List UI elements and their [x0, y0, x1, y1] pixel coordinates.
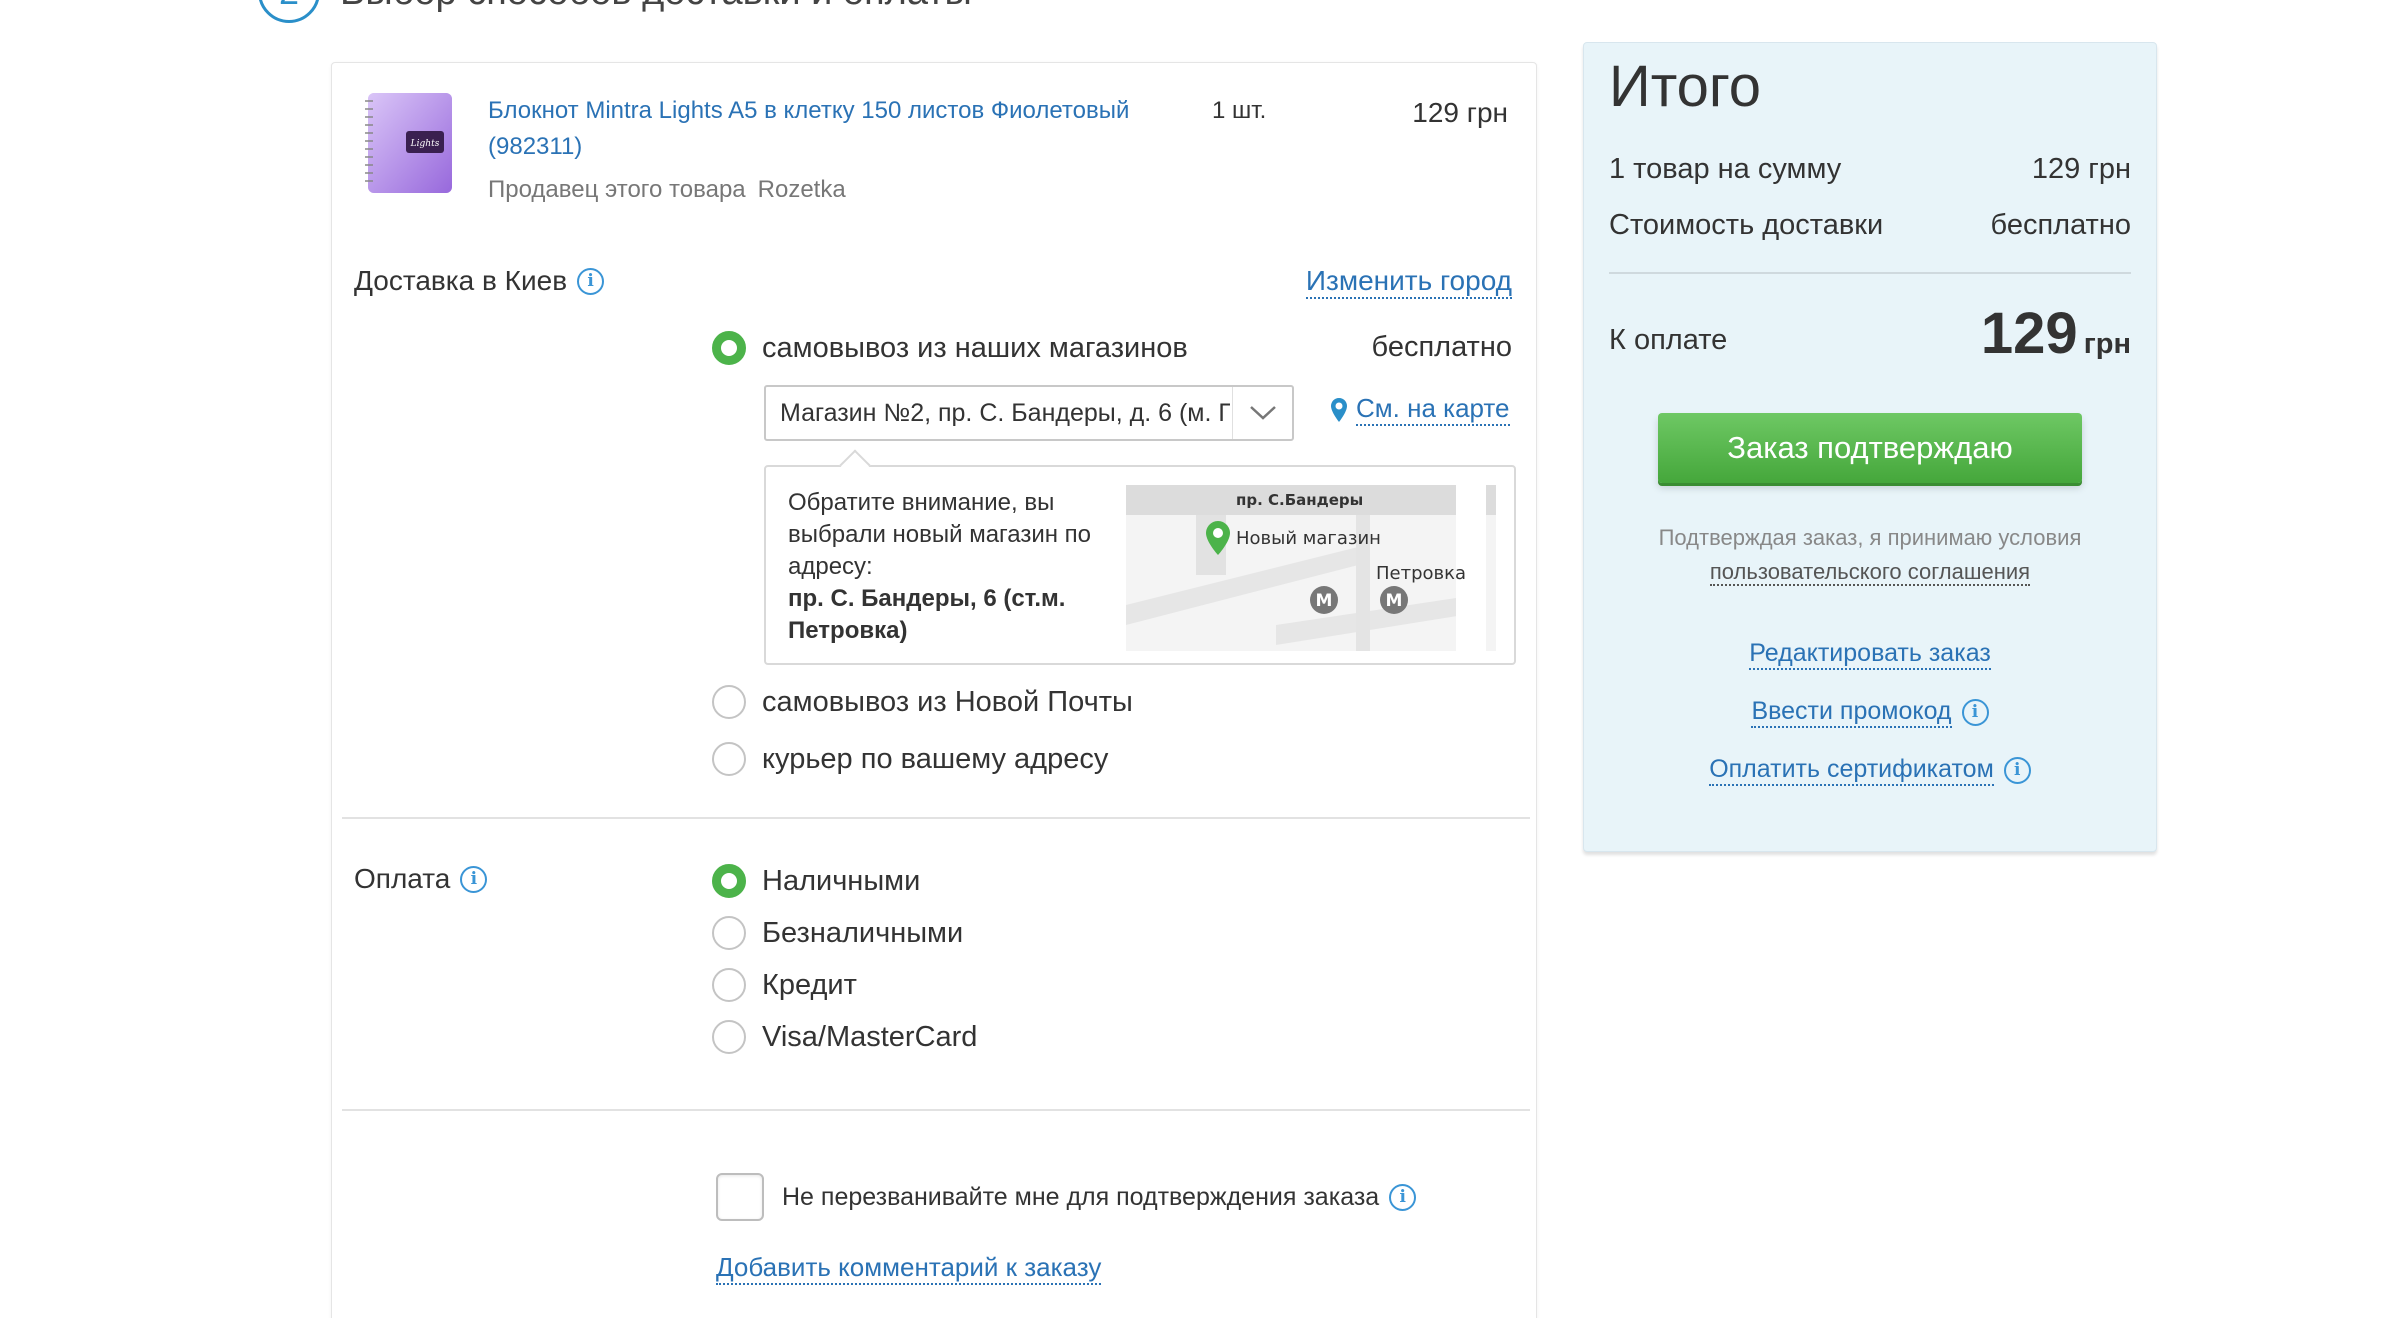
edit-order-row: Редактировать заказ — [1584, 639, 2156, 670]
promo-code-row: Ввести промокод i — [1584, 697, 2156, 728]
order-details-card: Lights Блокнот Mintra Lights A5 в клетку… — [331, 62, 1537, 1318]
store-select-value: Магазин №2, пр. С. Бандеры, д. 6 (м. Пет… — [780, 398, 1230, 427]
radio-checked-icon[interactable] — [712, 331, 746, 365]
product-name-link[interactable]: Блокнот Mintra Lights A5 в клетку 150 ли… — [488, 93, 1208, 165]
no-call-checkbox[interactable] — [716, 1173, 764, 1221]
store-notice-box: Обратите внимание, вы выбрали новый мага… — [764, 449, 1516, 665]
map-new-store-label: Новый магазин — [1236, 528, 1381, 549]
delivery-section-label: Доставка в Киев i — [354, 265, 605, 297]
no-call-info-icon[interactable]: i — [1389, 1183, 1417, 1211]
metro-letter: М — [1386, 591, 1403, 611]
promo-code-link[interactable]: Ввести промокод — [1751, 697, 1952, 728]
delivery-option-store-pickup[interactable]: самовывоз из наших магазинов — [712, 331, 1188, 365]
certificate-row: Оплатить сертификатом i — [1584, 755, 2156, 786]
order-summary-panel: Итого 1 товар на сумму 129 грн Стоимость… — [1583, 42, 2157, 852]
summary-divider — [1609, 272, 2131, 274]
summary-total-label: К оплате — [1609, 324, 1728, 356]
add-comment-link[interactable]: Добавить комментарий к заказу — [716, 1252, 1102, 1285]
delivery-option-nova-poshta[interactable]: самовывоз из Новой Почты — [712, 685, 1133, 719]
notice-address: пр. С. Бандеры, 6 (ст.м. Петровка) — [788, 585, 1066, 644]
delivery-option-label: курьер по вашему адресу — [762, 742, 1109, 775]
radio-unchecked-icon[interactable] — [712, 968, 746, 1002]
radio-unchecked-icon[interactable] — [712, 742, 746, 776]
checkout-page: 2 Выбор способов доставки и оплаты Light… — [0, 0, 2400, 1318]
agreement-text: Подтверждая заказ, я принимаю условия по… — [1604, 521, 2136, 589]
certificate-info-icon[interactable]: i — [2003, 757, 2031, 784]
change-city-link[interactable]: Изменить город — [1305, 265, 1512, 299]
no-call-label: Не перезванивайте мне для подтверждения … — [782, 1182, 1380, 1211]
seller-info: Продавец этого товара Rozetka — [488, 176, 846, 204]
map-pin-icon — [1331, 397, 1347, 422]
radio-unchecked-icon[interactable] — [712, 685, 746, 719]
metro-letter: М — [1316, 591, 1333, 611]
payment-info-icon[interactable]: i — [460, 865, 488, 893]
summary-delivery-value: бесплатно — [1990, 209, 2131, 241]
step-header: 2 Выбор способов доставки и оплаты — [258, 0, 972, 24]
notice-arrow — [839, 449, 871, 481]
promo-info-icon[interactable]: i — [1961, 699, 1989, 726]
payment-section-label: Оплата i — [354, 863, 488, 895]
agreement-prefix: Подтверждая заказ, я принимаю условия — [1658, 525, 2082, 550]
summary-items-label: 1 товар на сумму — [1609, 153, 1842, 185]
no-call-option[interactable]: Не перезванивайте мне для подтверждения … — [716, 1173, 1417, 1221]
summary-title: Итого — [1609, 54, 1761, 119]
product-price: 129 грн — [1412, 97, 1508, 128]
radio-unchecked-icon[interactable] — [712, 1020, 746, 1054]
edit-order-link[interactable]: Редактировать заказ — [1749, 639, 1991, 670]
pay-certificate-link[interactable]: Оплатить сертификатом — [1709, 755, 1994, 786]
notice-intro: Обратите внимание, вы выбрали новый мага… — [788, 489, 1092, 580]
map-metro-label: Петровка — [1376, 563, 1466, 584]
payment-option-cashless[interactable]: Безналичными — [712, 916, 963, 950]
payment-option-label: Наличными — [762, 864, 921, 897]
section-divider — [342, 1109, 1530, 1111]
radio-unchecked-icon[interactable] — [712, 916, 746, 950]
total-currency: грн — [2083, 328, 2131, 360]
step-title: Выбор способов доставки и оплаты — [340, 0, 972, 14]
payment-label: Оплата — [354, 863, 451, 894]
delivery-option-label: самовывоз из наших магазинов — [762, 331, 1188, 364]
summary-items-row: 1 товар на сумму 129 грн — [1609, 153, 2131, 186]
store-select[interactable]: Магазин №2, пр. С. Бандеры, д. 6 (м. Пет… — [764, 385, 1294, 441]
radio-checked-icon[interactable] — [712, 864, 746, 898]
payment-option-label: Безналичными — [762, 916, 964, 949]
payment-option-cash[interactable]: Наличными — [712, 864, 920, 898]
section-divider — [342, 817, 1530, 819]
summary-total-amount: 129 грн — [1981, 305, 2131, 363]
delivery-label: Доставка в Киев — [354, 265, 568, 296]
see-on-map-label: См. на карте — [1356, 393, 1510, 426]
chevron-down-icon[interactable] — [1232, 387, 1292, 439]
confirm-order-button[interactable]: Заказ подтверждаю — [1658, 413, 2082, 483]
product-image-label: Lights — [410, 139, 440, 149]
payment-option-label: Visa/MasterCard — [762, 1020, 978, 1053]
summary-delivery-row: Стоимость доставки бесплатно — [1609, 209, 2131, 242]
see-on-map-link[interactable]: См. на карте — [1330, 393, 1510, 426]
step-number: 2 — [258, 0, 320, 23]
store-notice-text: Обратите внимание, вы выбрали новый мага… — [788, 487, 1118, 647]
delivery-option-courier[interactable]: курьер по вашему адресу — [712, 742, 1108, 776]
payment-option-label: Кредит — [762, 968, 857, 1001]
product-quantity: 1 шт. — [1212, 97, 1267, 124]
delivery-price: бесплатно — [1371, 331, 1512, 363]
total-number: 129 — [1980, 301, 2078, 366]
map-street-label: пр. С.Бандеры — [1236, 491, 1363, 509]
payment-option-credit[interactable]: Кредит — [712, 968, 857, 1002]
summary-delivery-label: Стоимость доставки — [1609, 209, 1884, 241]
summary-total-row: К оплате 129 грн — [1609, 305, 2131, 363]
delivery-info-icon[interactable]: i — [577, 267, 605, 295]
delivery-option-label: самовывоз из Новой Почты — [762, 685, 1133, 718]
user-agreement-link[interactable]: пользовательского соглашения — [1709, 559, 2031, 586]
store-mini-map[interactable]: пр. С.Бандеры Новый магазин Петровка М М — [1126, 485, 1496, 651]
seller-name: Rozetka — [757, 176, 846, 203]
payment-option-card[interactable]: Visa/MasterCard — [712, 1020, 977, 1054]
seller-label: Продавец этого товара — [488, 176, 746, 203]
product-image[interactable]: Lights — [362, 91, 457, 195]
summary-items-value: 129 грн — [2031, 153, 2131, 185]
